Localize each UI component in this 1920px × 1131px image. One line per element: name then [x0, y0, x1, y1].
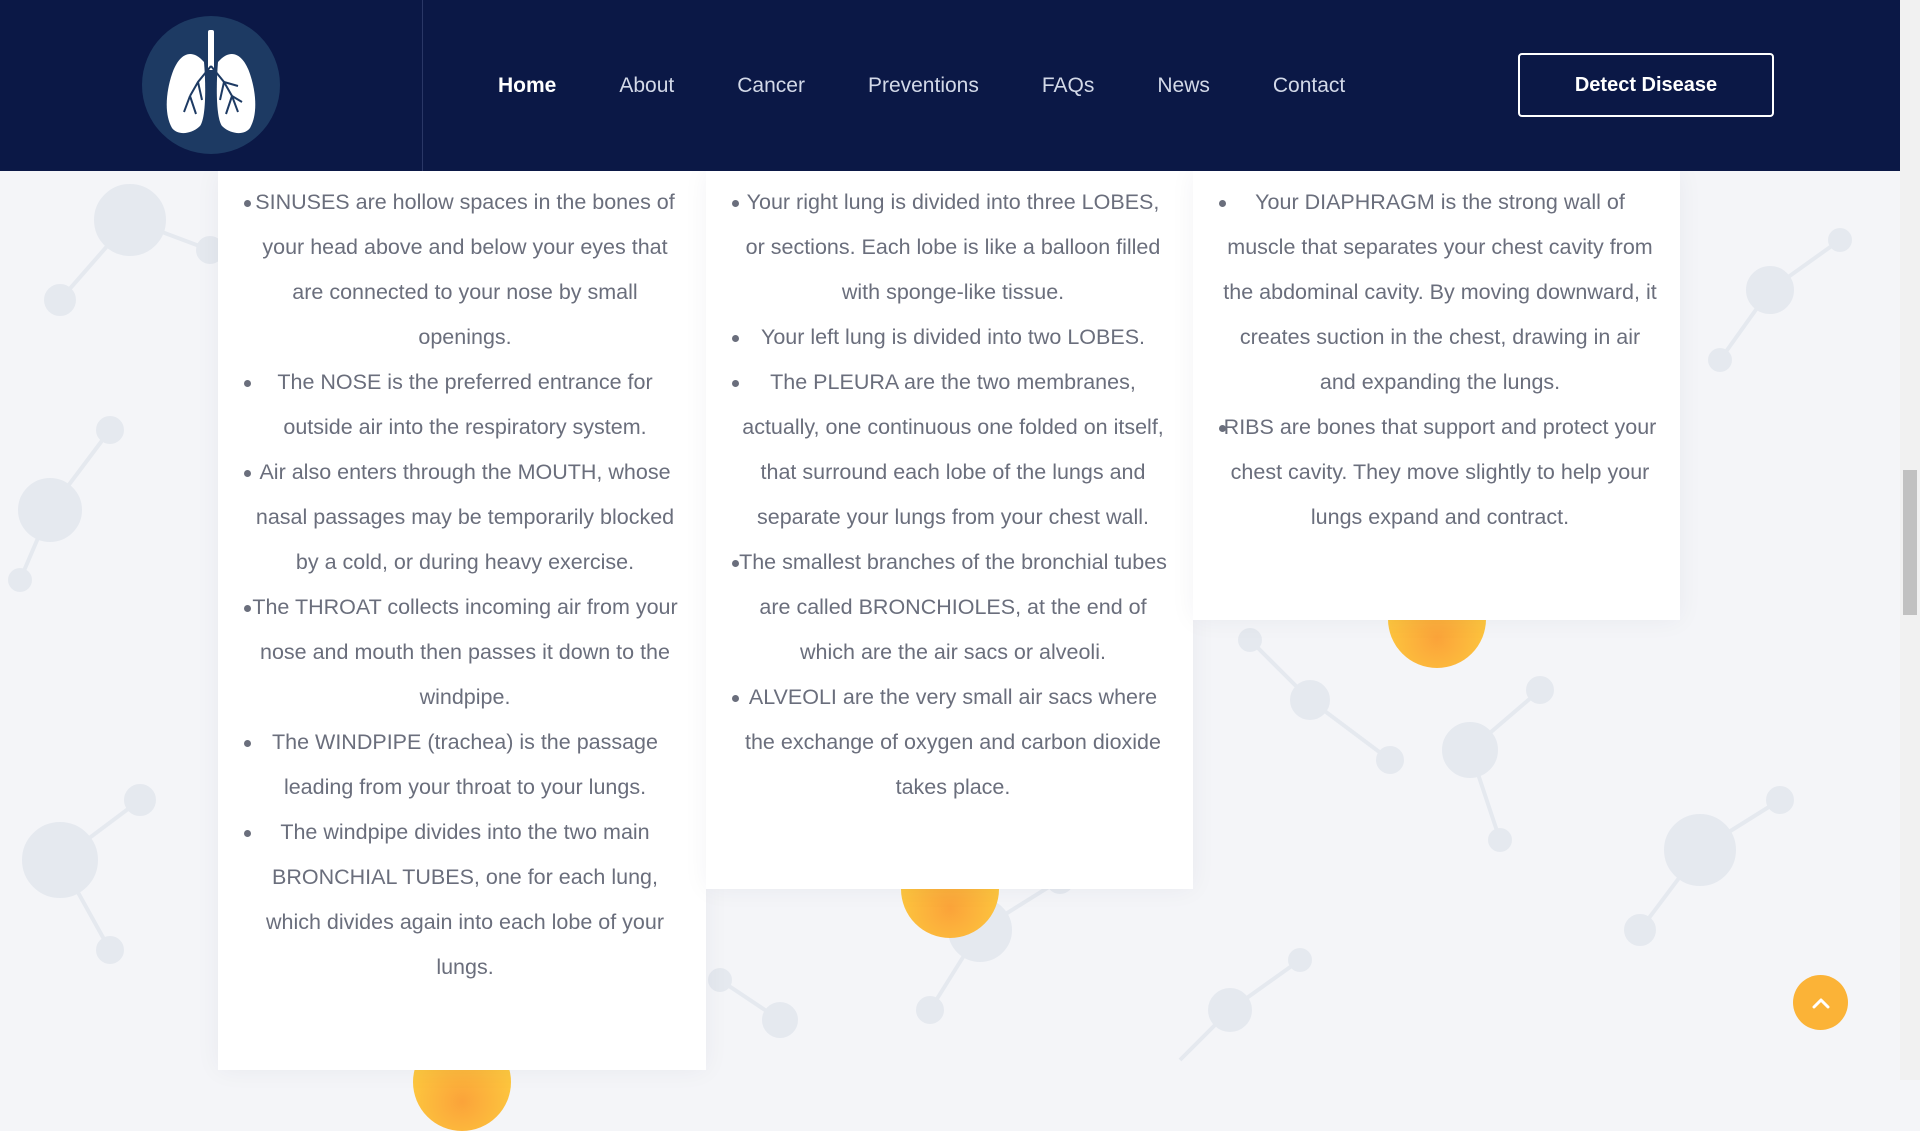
list-item: Your DIAPHRAGM is the strong wall of mus…: [1219, 180, 1657, 405]
list-item: The windpipe divides into the two main B…: [244, 810, 682, 990]
nav-home[interactable]: Home: [498, 74, 556, 98]
list-item: The NOSE is the preferred entrance for o…: [244, 360, 682, 450]
list-item: Your left lung is divided into two LOBES…: [732, 315, 1170, 360]
site-header: Home About Cancer Preventions FAQs News …: [0, 0, 1900, 171]
list-item: The PLEURA are the two membranes, actual…: [732, 360, 1170, 540]
nav-faqs[interactable]: FAQs: [1042, 74, 1095, 98]
respiratory-card-lungs: Your right lung is divided into three LO…: [706, 171, 1193, 889]
respiratory-card-upper: SINUSES are hollow spaces in the bones o…: [218, 171, 706, 1070]
nav-contact[interactable]: Contact: [1273, 74, 1345, 98]
lungs-icon: [166, 30, 256, 134]
nav-preventions[interactable]: Preventions: [868, 74, 979, 98]
logo[interactable]: [142, 16, 280, 154]
list-item: The WINDPIPE (trachea) is the passage le…: [244, 720, 682, 810]
list-item: RIBS are bones that support and protect …: [1219, 405, 1657, 540]
page-scrollbar[interactable]: [1900, 0, 1920, 1080]
nav-about[interactable]: About: [619, 74, 674, 98]
list-item: SINUSES are hollow spaces in the bones o…: [244, 180, 682, 360]
respiratory-card-chest: Your DIAPHRAGM is the strong wall of mus…: [1193, 171, 1680, 620]
logo-area: [0, 0, 423, 171]
scrollbar-thumb[interactable]: [1903, 470, 1917, 615]
detect-disease-button[interactable]: Detect Disease: [1518, 53, 1774, 117]
list-item: The THROAT collects incoming air from yo…: [244, 585, 682, 720]
back-to-top-button[interactable]: [1793, 975, 1848, 1030]
chevron-up-icon: [1812, 998, 1829, 1008]
list-item: ALVEOLI are the very small air sacs wher…: [732, 675, 1170, 810]
main-nav: Home About Cancer Preventions FAQs News …: [498, 0, 1408, 171]
list-item: Air also enters through the MOUTH, whose…: [244, 450, 682, 585]
nav-news[interactable]: News: [1157, 74, 1210, 98]
nav-cancer[interactable]: Cancer: [737, 74, 805, 98]
list-item: Your right lung is divided into three LO…: [732, 180, 1170, 315]
list-item: The smallest branches of the bronchial t…: [732, 540, 1170, 675]
